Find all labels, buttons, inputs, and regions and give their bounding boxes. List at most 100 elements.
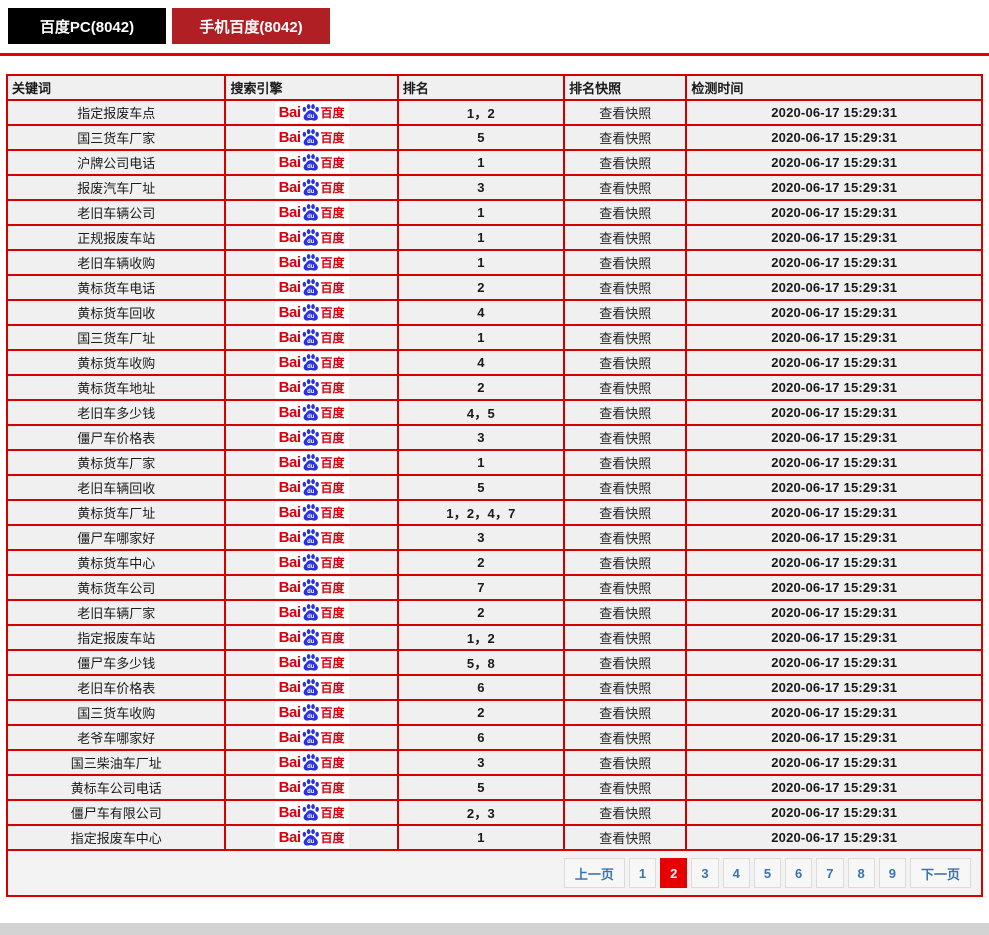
view-snapshot-link[interactable]: 查看快照 — [599, 306, 651, 321]
tab-baidu-mobile[interactable]: 手机百度(8042) — [172, 8, 330, 44]
pagination-page-5[interactable]: 5 — [753, 858, 782, 888]
time-cell: 2020-06-17 15:29:31 — [685, 699, 983, 726]
time-cell: 2020-06-17 15:29:31 — [685, 399, 983, 426]
table-row: 僵尸车有限公司 Bai du 百度 2，3 查看快照 2020-06-17 15… — [5, 799, 983, 826]
baidu-logo-bai-text: Bai — [278, 804, 301, 821]
view-snapshot-link[interactable]: 查看快照 — [599, 581, 651, 596]
svg-text:du: du — [307, 414, 315, 420]
baidu-paw-icon: du — [302, 829, 319, 846]
pagination-prev-button[interactable]: 上一页 — [563, 858, 625, 888]
table-row: 黄标货车中心 Bai du 百度 2 查看快照 2020-06-17 15:29… — [5, 549, 983, 576]
table-row: 国三货车收购 Bai du 百度 2 查看快照 2020-06-17 15:29… — [5, 699, 983, 726]
pagination-page-4[interactable]: 4 — [722, 858, 750, 888]
rank-cell: 2 — [396, 374, 566, 401]
rank-cell: 2 — [396, 599, 566, 626]
baidu-logo-bai-text: Bai — [278, 704, 301, 721]
baidu-logo-bai-text: Bai — [278, 579, 301, 596]
view-snapshot-link[interactable]: 查看快照 — [599, 481, 651, 496]
tab-baidu-pc[interactable]: 百度PC(8042) — [8, 8, 166, 44]
view-snapshot-link[interactable]: 查看快照 — [599, 206, 651, 221]
view-snapshot-link[interactable]: 查看快照 — [599, 106, 651, 121]
baidu-logo: Bai du 百度 — [274, 102, 349, 123]
svg-text:du: du — [307, 214, 315, 220]
keyword-cell: 报废汽车厂址 — [5, 174, 227, 201]
view-snapshot-link[interactable]: 查看快照 — [599, 381, 651, 396]
view-snapshot-link[interactable]: 查看快照 — [599, 631, 651, 646]
baidu-logo-bai-text: Bai — [278, 229, 301, 246]
time-cell: 2020-06-17 15:29:31 — [685, 599, 983, 626]
baidu-logo: Bai du 百度 — [274, 802, 349, 823]
svg-text:du: du — [307, 239, 315, 245]
view-snapshot-link[interactable]: 查看快照 — [599, 406, 651, 421]
baidu-logo-bai-text: Bai — [278, 354, 301, 371]
table-row: 黄标货车收购 Bai du 百度 4 查看快照 2020-06-17 15:29… — [5, 349, 983, 376]
svg-text:du: du — [307, 764, 315, 770]
view-snapshot-link[interactable]: 查看快照 — [599, 506, 651, 521]
time-cell: 2020-06-17 15:29:31 — [685, 499, 983, 526]
baidu-logo: Bai du 百度 — [274, 177, 349, 198]
view-snapshot-link[interactable]: 查看快照 — [599, 131, 651, 146]
pagination-page-8[interactable]: 8 — [847, 858, 875, 888]
view-snapshot-link[interactable]: 查看快照 — [599, 681, 651, 696]
baidu-logo-cn-text: 百度 — [320, 205, 345, 220]
keyword-cell: 黄标货车收购 — [5, 349, 227, 376]
baidu-paw-icon: du — [302, 329, 319, 346]
baidu-logo-cn-text: 百度 — [320, 530, 345, 545]
rank-cell: 1 — [396, 324, 566, 351]
engine-cell: Bai du 百度 — [224, 624, 399, 651]
snapshot-cell: 查看快照 — [563, 324, 688, 351]
view-snapshot-link[interactable]: 查看快照 — [599, 606, 651, 621]
pagination-page-6[interactable]: 6 — [785, 858, 813, 888]
snapshot-cell: 查看快照 — [563, 374, 688, 401]
view-snapshot-link[interactable]: 查看快照 — [599, 331, 651, 346]
pagination-page-3[interactable]: 3 — [691, 858, 719, 888]
baidu-paw-icon: du — [302, 354, 319, 371]
svg-text:du: du — [307, 739, 315, 745]
keyword-cell: 老旧车辆收购 — [5, 249, 227, 276]
table-row: 老旧车辆公司 Bai du 百度 1 查看快照 2020-06-17 15:29… — [5, 199, 983, 226]
view-snapshot-link[interactable]: 查看快照 — [599, 281, 651, 296]
baidu-logo-bai-text: Bai — [278, 679, 301, 696]
baidu-logo-bai-text: Bai — [278, 304, 301, 321]
view-snapshot-link[interactable]: 查看快照 — [599, 706, 651, 721]
rank-cell: 6 — [396, 674, 566, 701]
view-snapshot-link[interactable]: 查看快照 — [599, 356, 651, 371]
view-snapshot-link[interactable]: 查看快照 — [599, 456, 651, 471]
view-snapshot-link[interactable]: 查看快照 — [599, 256, 651, 271]
baidu-logo-bai-text: Bai — [278, 529, 301, 546]
table-row: 老爷车哪家好 Bai du 百度 6 查看快照 2020-06-17 15:29… — [5, 724, 983, 751]
pagination-next-button[interactable]: 下一页 — [909, 858, 971, 888]
view-snapshot-link[interactable]: 查看快照 — [599, 756, 651, 771]
rank-cell: 4 — [396, 349, 566, 376]
view-snapshot-link[interactable]: 查看快照 — [599, 431, 651, 446]
view-snapshot-link[interactable]: 查看快照 — [599, 231, 651, 246]
view-snapshot-link[interactable]: 查看快照 — [599, 731, 651, 746]
keyword-cell: 黄标货车厂址 — [5, 499, 227, 526]
view-snapshot-link[interactable]: 查看快照 — [599, 656, 651, 671]
pagination-page-1[interactable]: 1 — [628, 858, 657, 888]
pagination-page-9[interactable]: 9 — [878, 858, 906, 888]
rank-cell: 4，5 — [396, 399, 566, 426]
snapshot-cell: 查看快照 — [563, 174, 688, 201]
baidu-logo: Bai du 百度 — [274, 627, 349, 648]
view-snapshot-link[interactable]: 查看快照 — [599, 531, 651, 546]
view-snapshot-link[interactable]: 查看快照 — [599, 781, 651, 796]
pagination-page-2[interactable]: 2 — [660, 858, 688, 888]
engine-cell: Bai du 百度 — [224, 424, 399, 451]
view-snapshot-link[interactable]: 查看快照 — [599, 156, 651, 171]
view-snapshot-link[interactable]: 查看快照 — [599, 831, 651, 846]
engine-cell: Bai du 百度 — [224, 199, 399, 226]
view-snapshot-link[interactable]: 查看快照 — [599, 556, 651, 571]
baidu-logo: Bai du 百度 — [274, 777, 349, 798]
view-snapshot-link[interactable]: 查看快照 — [599, 806, 651, 821]
rank-cell: 7 — [396, 574, 566, 601]
baidu-logo: Bai du 百度 — [274, 677, 349, 698]
pagination-page-7[interactable]: 7 — [816, 858, 844, 888]
view-snapshot-link[interactable]: 查看快照 — [599, 181, 651, 196]
time-cell: 2020-06-17 15:29:31 — [685, 424, 983, 451]
snapshot-cell: 查看快照 — [563, 649, 688, 676]
baidu-logo-cn-text: 百度 — [320, 630, 345, 645]
snapshot-cell: 查看快照 — [563, 99, 688, 126]
snapshot-cell: 查看快照 — [563, 399, 688, 426]
svg-text:du: du — [307, 439, 315, 445]
